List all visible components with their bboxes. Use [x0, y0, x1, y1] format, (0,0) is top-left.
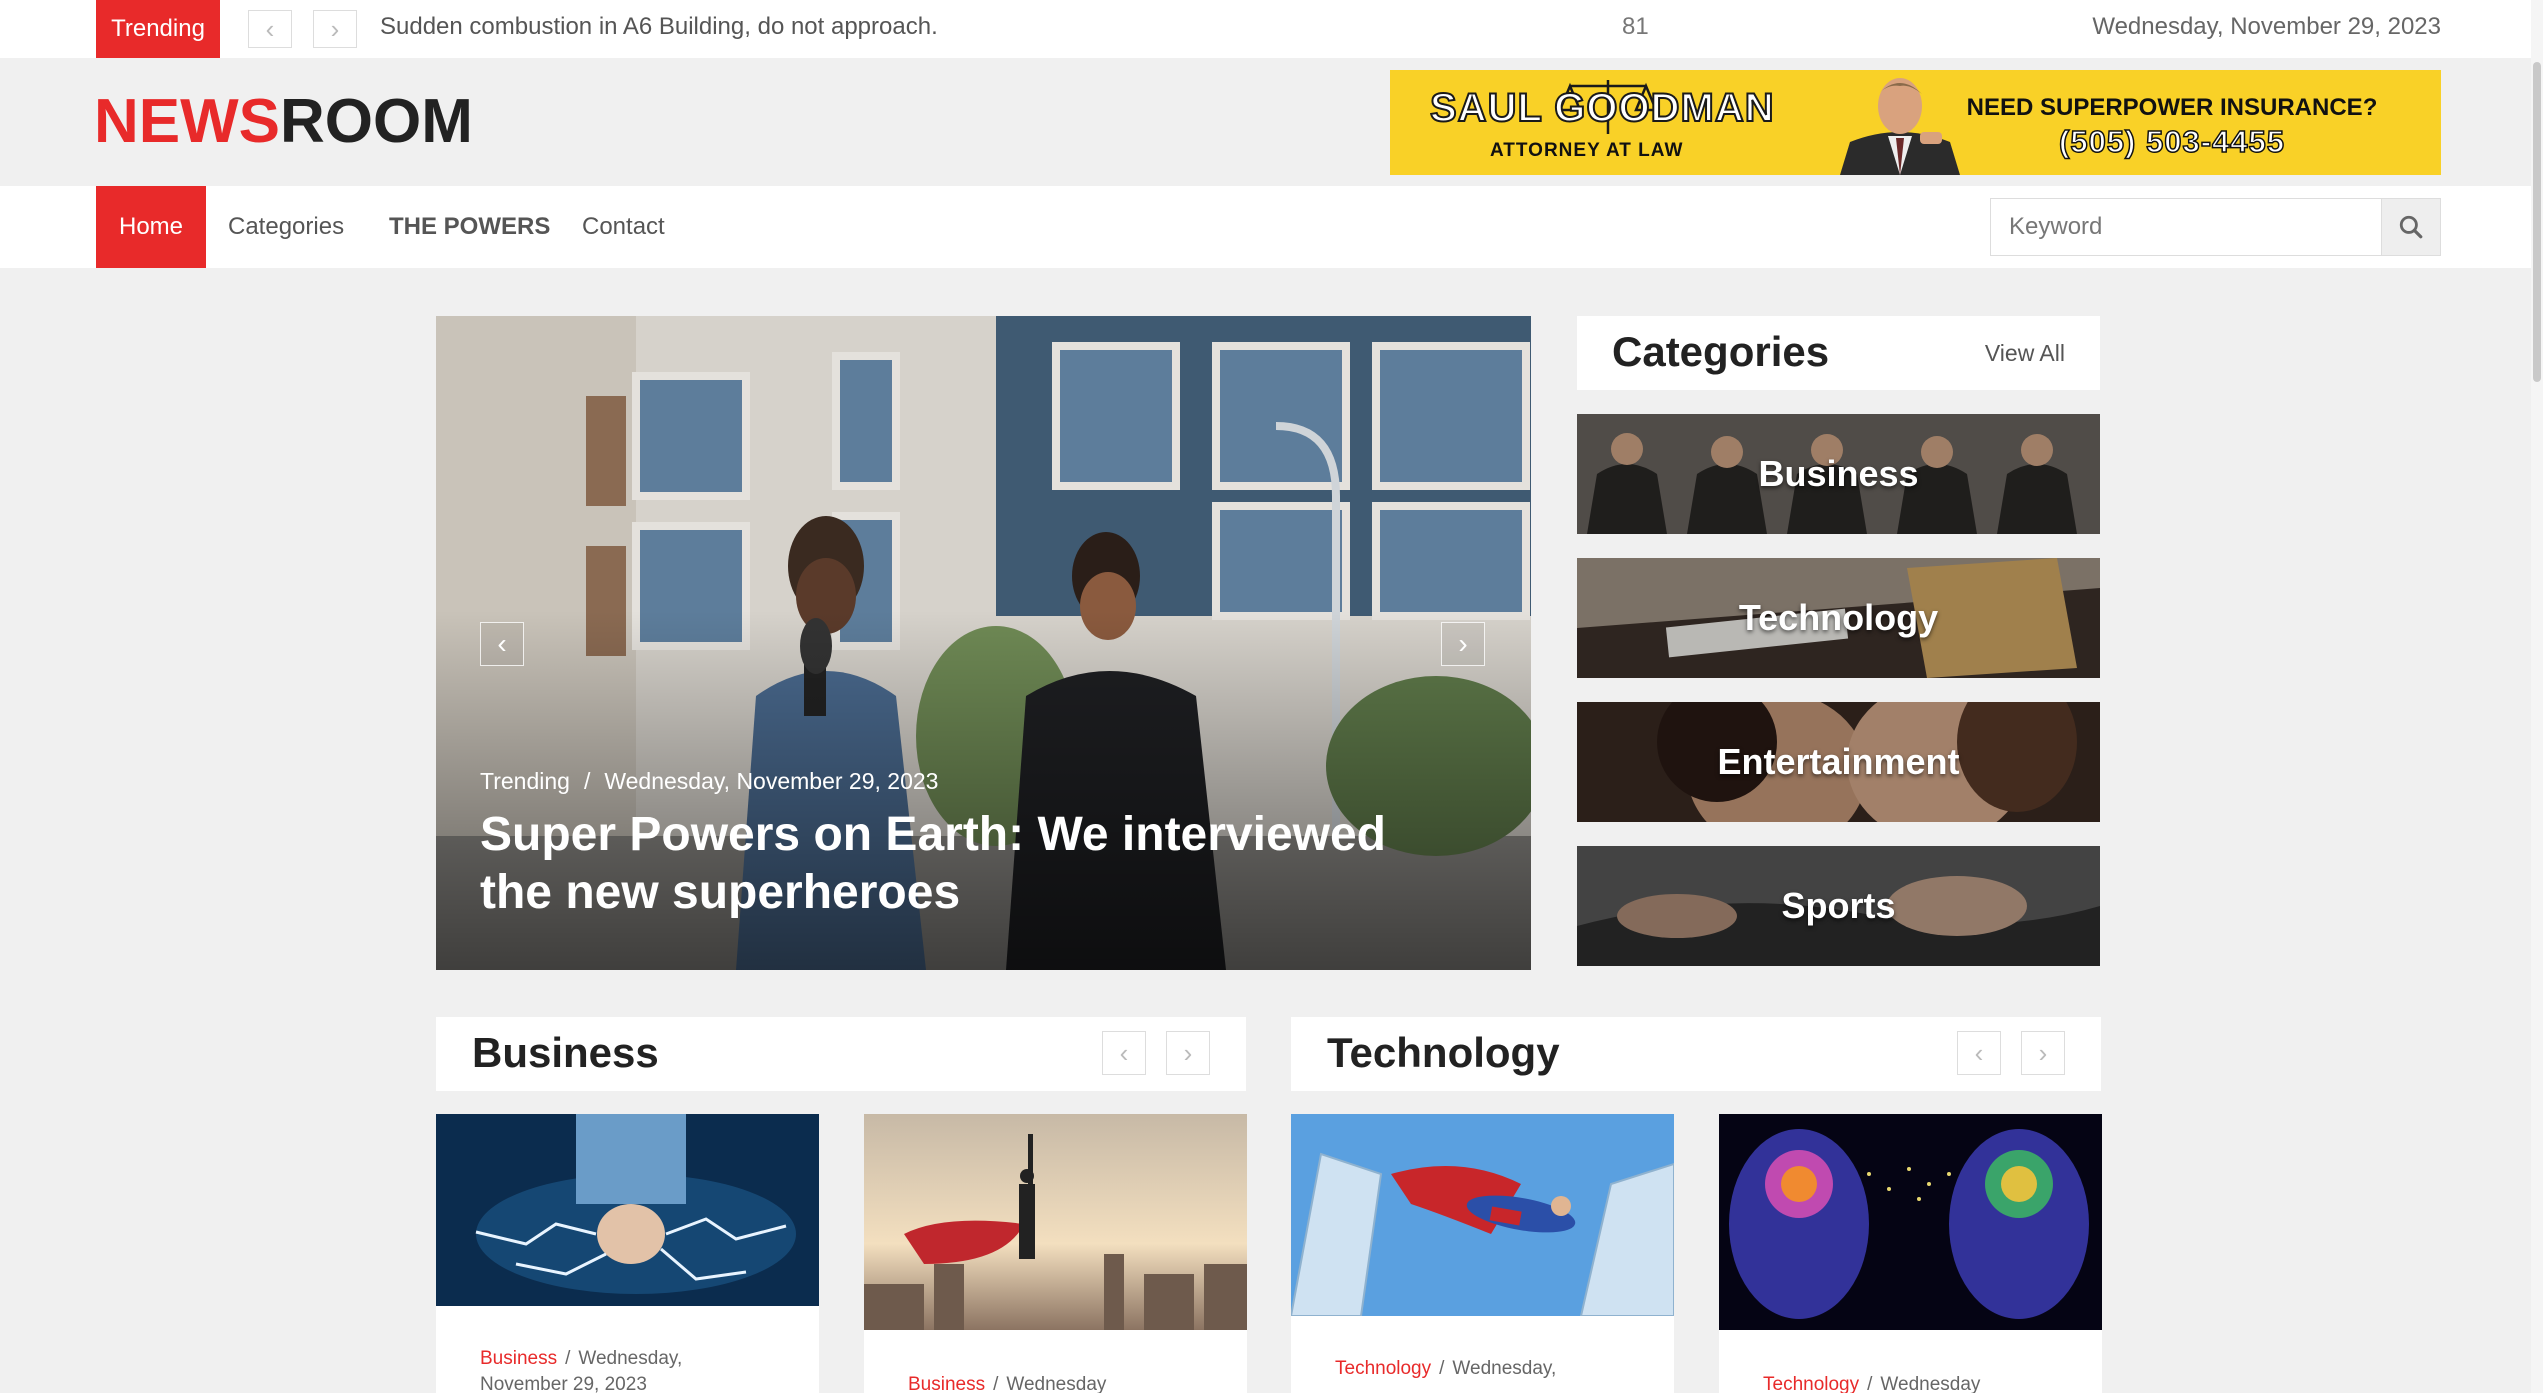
category-tile-technology[interactable]: Technology [1577, 558, 2100, 678]
card-separator: / [993, 1374, 999, 1393]
view-all-link[interactable]: View All [1985, 340, 2065, 367]
section-title: Technology [1327, 1029, 1560, 1076]
ticker-counter: 81 [1622, 13, 1649, 40]
card-separator: / [1439, 1358, 1445, 1379]
business-card-1[interactable]: Business / Wednesday, November 29, 2023 [436, 1114, 819, 1393]
chevron-left-icon: ‹ [1974, 1037, 1984, 1068]
ticker-headline[interactable]: Sudden combustion in A6 Building, do not… [380, 13, 938, 41]
card-separator: / [565, 1348, 571, 1369]
current-date: Wednesday, November 29, 2023 [2092, 13, 2441, 40]
card-image [436, 1114, 819, 1306]
ad-subtitle: ATTORNEY AT LAW [1490, 140, 1684, 161]
chevron-right-icon: › [1183, 1037, 1193, 1068]
brains-telepathy-image [1719, 1114, 2102, 1330]
card-separator: / [1867, 1374, 1873, 1393]
chevron-left-icon: ‹ [265, 13, 275, 44]
hero-prev-button[interactable]: ‹ [480, 622, 524, 666]
card-date: Wednesday [1880, 1374, 1981, 1393]
technology-card-2[interactable]: Technology / Wednesday [1719, 1114, 2102, 1393]
hero-title[interactable]: Super Powers on Earth: We interviewed th… [480, 806, 1440, 922]
card-category[interactable]: Business [908, 1374, 985, 1393]
superhero-city-image [864, 1114, 1247, 1330]
category-tile-sports[interactable]: Sports [1577, 846, 2100, 966]
category-label: Entertainment [1717, 741, 1960, 782]
chevron-right-icon: › [2038, 1037, 2048, 1068]
chevron-left-icon: ‹ [497, 628, 507, 659]
hero-next-button[interactable]: › [1441, 622, 1485, 666]
business-next-button[interactable]: › [1166, 1031, 1210, 1075]
search-button[interactable] [2381, 198, 2441, 256]
card-meta: Technology / Wednesday [1763, 1372, 2063, 1393]
card-meta: Business / Wednesday, November 29, 2023 [480, 1346, 780, 1393]
ticker-next-button[interactable]: › [313, 10, 357, 48]
site-logo[interactable]: NEWSROOM [94, 86, 473, 157]
nav-categories[interactable]: Categories [228, 186, 344, 268]
logo-part-room: ROOM [280, 87, 473, 156]
card-date: Wednesday, [1452, 1358, 1557, 1379]
card-category[interactable]: Business [480, 1348, 557, 1369]
hero-date: Wednesday, November 29, 2023 [604, 768, 939, 794]
card-meta: Business / Wednesday [908, 1372, 1208, 1393]
section-title: Business [472, 1029, 659, 1076]
categories-title: Categories [1612, 328, 1830, 375]
hero-separator: / [583, 768, 591, 794]
category-label: Technology [1738, 597, 1939, 638]
ad-question: NEED SUPERPOWER INSURANCE? [1966, 94, 2378, 121]
card-image [1291, 1114, 1674, 1316]
card-category[interactable]: Technology [1763, 1374, 1859, 1393]
chevron-left-icon: ‹ [1119, 1037, 1129, 1068]
category-tile-entertainment[interactable]: Entertainment [1577, 702, 2100, 822]
nav-home[interactable]: Home [96, 186, 206, 268]
ad-phone: (505) 503-4455 [2058, 123, 2285, 160]
business-prev-button[interactable]: ‹ [1102, 1031, 1146, 1075]
card-category[interactable]: Technology [1335, 1358, 1431, 1379]
logo-part-news: NEWS [94, 87, 280, 156]
chevron-right-icon: › [330, 13, 340, 44]
technology-next-button[interactable]: › [2021, 1031, 2065, 1075]
chevron-right-icon: › [1458, 628, 1468, 659]
category-label: Sports [1781, 885, 1896, 926]
ticker-prev-button[interactable]: ‹ [248, 10, 292, 48]
card-date: Wednesday, [578, 1348, 683, 1369]
flying-superhero-image [1291, 1114, 1674, 1316]
hero-meta: Trending / Wednesday, November 29, 2023 [480, 768, 938, 795]
card-image [1719, 1114, 2102, 1330]
technology-section-header: Technology ‹ › [1291, 1017, 2101, 1091]
card-date: Wednesday [1006, 1374, 1107, 1393]
card-meta: Technology / Wednesday, [1335, 1356, 1635, 1382]
category-tile-business[interactable]: Business [1577, 414, 2100, 534]
ad-title: SAUL GOODMAN [1429, 85, 1775, 131]
search-icon [2399, 215, 2423, 239]
main-navigation: Home Categories THE POWERS Contact [0, 186, 2543, 268]
hero-slider[interactable]: ‹ › Trending / Wednesday, November 29, 202… [436, 316, 1531, 970]
lightning-hand-image [436, 1114, 819, 1306]
top-bar: Trending ‹ › Sudden combustion in A6 Bui… [0, 0, 2543, 58]
trending-label: Trending [96, 0, 220, 58]
hero-category[interactable]: Trending [480, 768, 570, 794]
advertisement-banner[interactable]: SAUL GOODMAN ATTORNEY AT LAW NEED SUPERP… [1390, 70, 2441, 175]
nav-the-powers[interactable]: THE POWERS [389, 186, 550, 268]
card-image [864, 1114, 1247, 1330]
site-header: NEWSROOM SAUL GOODMAN ATTORNEY AT LAW NE… [0, 58, 2543, 186]
category-label: Business [1758, 453, 1919, 494]
scrollbar-thumb[interactable] [2533, 62, 2541, 382]
technology-card-1[interactable]: Technology / Wednesday, [1291, 1114, 1674, 1393]
technology-prev-button[interactable]: ‹ [1957, 1031, 2001, 1075]
business-card-2[interactable]: Business / Wednesday [864, 1114, 1247, 1393]
search-input[interactable] [1990, 198, 2382, 256]
categories-header: Categories View All [1577, 316, 2100, 390]
business-section-header: Business ‹ › [436, 1017, 1246, 1091]
card-date-continued: November 29, 2023 [480, 1374, 647, 1393]
nav-contact[interactable]: Contact [582, 186, 665, 268]
